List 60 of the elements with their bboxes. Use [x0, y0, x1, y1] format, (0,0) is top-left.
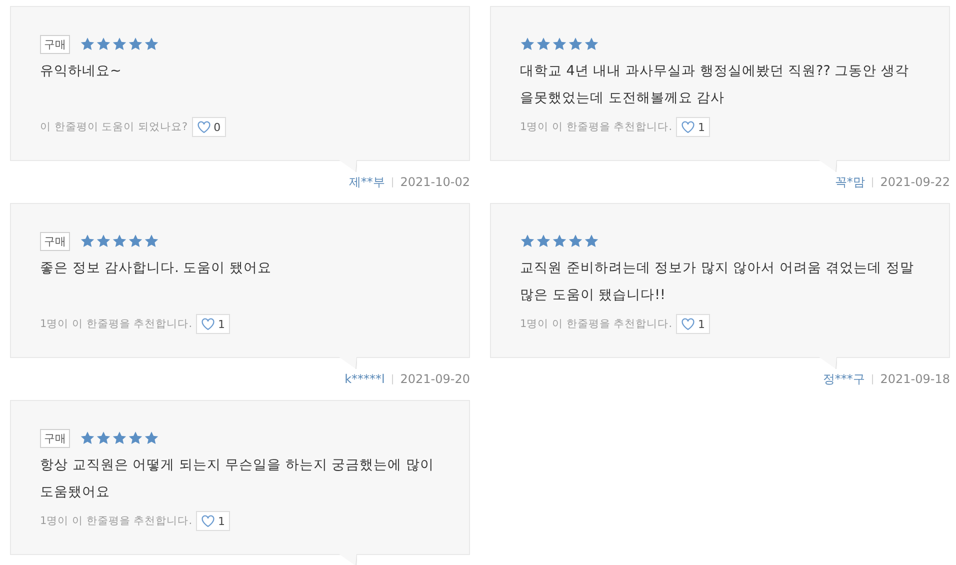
review-text: 좋은 정보 감사합니다. 도움이 됐어요 [40, 259, 272, 278]
separator-text: | [390, 374, 394, 384]
heart-icon [681, 318, 696, 330]
star-icon [128, 234, 143, 248]
heart-icon [196, 121, 211, 133]
helpful-text: 이 한줄평이 도움이 되었나요? [40, 120, 188, 134]
heart-icon [201, 318, 216, 330]
review-text: 대학교 4년 내내 과사무실과 행정실에봤던 직원?? 그동안 생각을못했었는데 도전해볼께요 감사 [520, 62, 910, 108]
author-name: k*****l [344, 372, 385, 386]
separator-text: | [870, 176, 874, 188]
like-button[interactable]: 0 [192, 117, 226, 137]
like-button[interactable]: 1 [676, 117, 710, 137]
helpful-text: 1명이 이 한줄평을 추천합니다. [40, 514, 192, 528]
star-icon [128, 37, 143, 51]
author-name: 꼭*맘 [834, 174, 865, 190]
star-icon [80, 37, 95, 51]
star-icon [96, 431, 111, 445]
helpful-text: 1명이 이 한줄평을 추천합니다. [520, 317, 672, 331]
heart-icon [681, 121, 696, 133]
star-icon [112, 431, 127, 445]
star-icon [128, 431, 143, 445]
review-date: 2021-09-20 [400, 372, 470, 386]
star-icon [584, 37, 599, 51]
star-icon [568, 234, 583, 248]
review-text: 교직원 준비하려는데 정보가 많지 않아서 어려움 겪었는데 정말 많은 도움이 됐습니다!! [520, 259, 916, 305]
like-button[interactable]: 1 [676, 314, 710, 334]
star-icon [144, 431, 159, 445]
star-icon [96, 234, 111, 248]
purchase-badge: 구매 [40, 428, 70, 448]
star-icon [96, 37, 111, 51]
star-icon [144, 234, 159, 248]
review-date: 2021-10-02 [400, 175, 470, 189]
helpful-text: 1명이 이 한줄평을 추천합니다. [520, 120, 672, 134]
review-text: 항상 교직원은 어떻게 되는지 무슨일을 하는지 궁금했는에 많이 도움됐어요 [40, 456, 436, 502]
author-name: 제**부 [348, 174, 385, 190]
separator-text: | [870, 374, 874, 384]
heart-icon [201, 515, 216, 527]
star-icon [552, 234, 567, 248]
purchase-badge: 구매 [40, 34, 70, 54]
like-button[interactable]: 1 [196, 314, 230, 334]
purchase-badge: 구매 [40, 232, 70, 250]
star-icon [80, 234, 95, 248]
star-icon [112, 37, 127, 51]
star-icon [520, 234, 535, 248]
star-icon [80, 431, 95, 445]
star-icon [112, 234, 127, 248]
star-icon [536, 234, 551, 248]
review-text: 유익하네요~ [40, 62, 122, 81]
star-icon [568, 37, 583, 51]
author-name: 정***구 [822, 370, 865, 388]
star-icon [552, 37, 567, 51]
helpful-text: 1명이 이 한줄평을 추천합니다. [40, 317, 192, 331]
star-icon [584, 234, 599, 248]
star-icon [536, 37, 551, 51]
star-icon [520, 37, 535, 51]
review-date: 2021-09-18 [880, 372, 950, 386]
like-button[interactable]: 1 [196, 511, 230, 531]
separator-text: | [390, 176, 394, 188]
review-date: 2021-09-22 [880, 175, 950, 189]
star-icon [144, 37, 159, 51]
